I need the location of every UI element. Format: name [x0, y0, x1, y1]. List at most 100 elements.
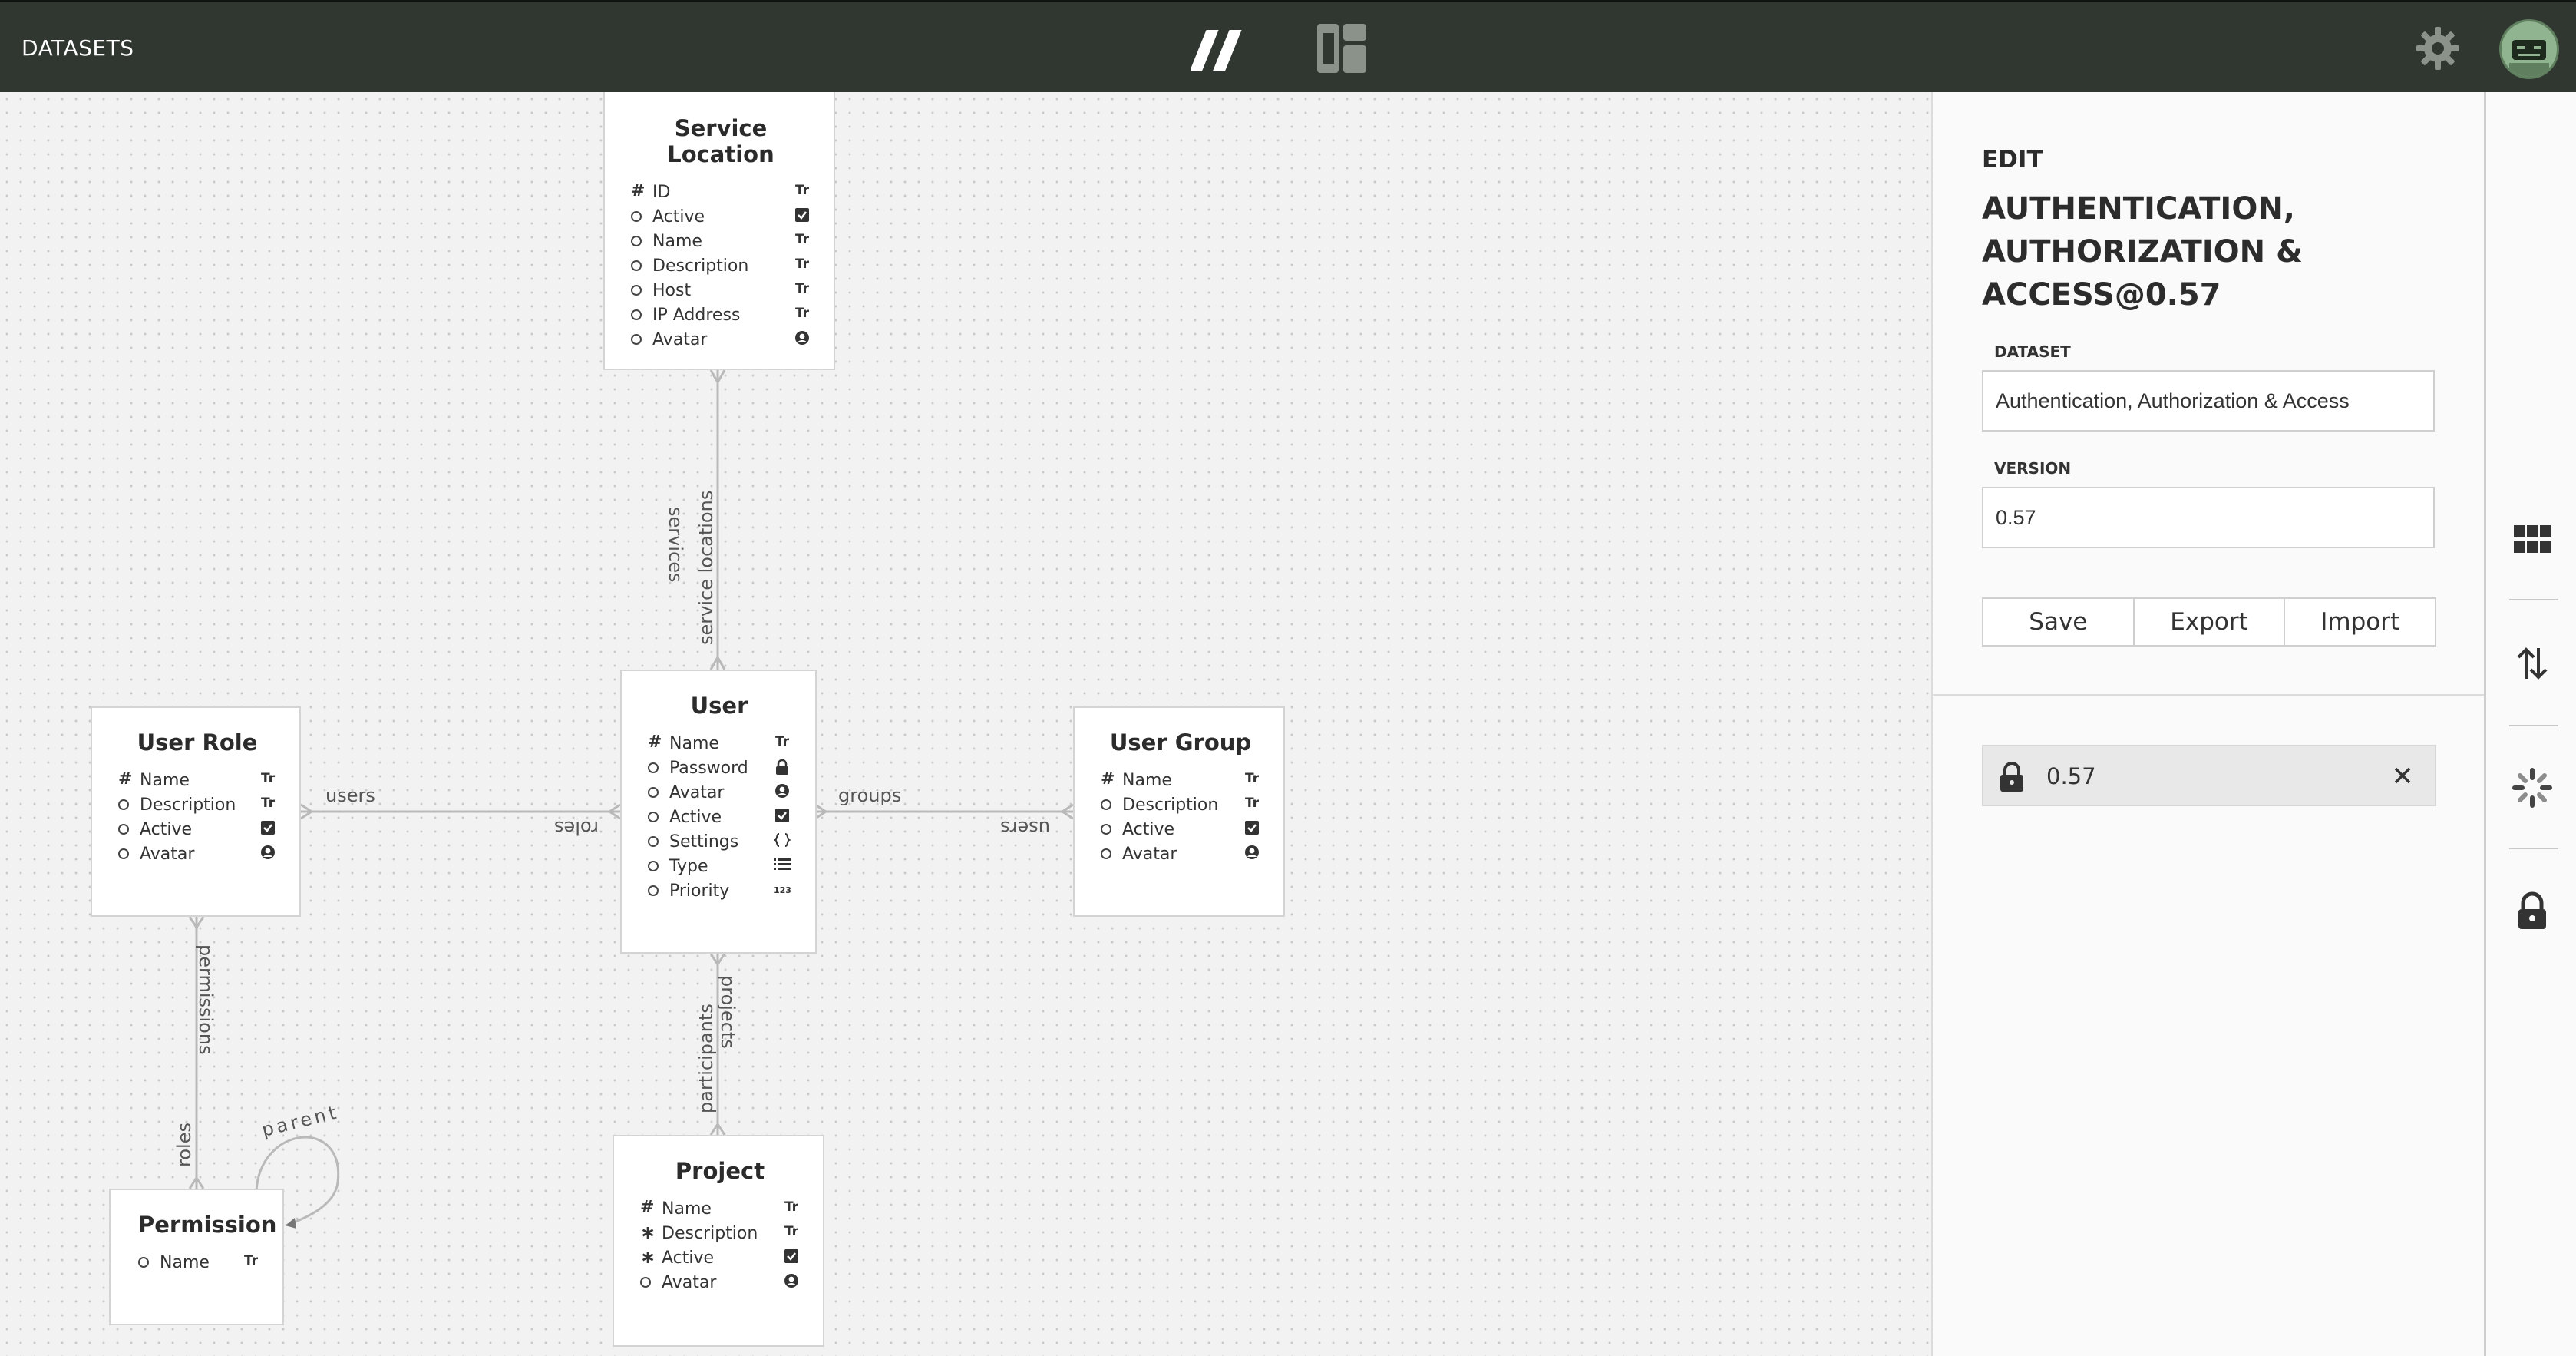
entity-user-group[interactable]: User Group # Name Tr Description Tr Active Ava… — [1073, 706, 1285, 917]
relation-label-permissions: permissions — [195, 944, 216, 1055]
entity-field-row[interactable]: # Name Tr — [118, 769, 276, 795]
entity-field-row[interactable]: Description Tr — [631, 256, 811, 281]
entity-field-row[interactable]: ∗ Description Tr — [640, 1222, 800, 1249]
text-type-icon: Tr — [1244, 771, 1260, 786]
entity-fields: # Name Tr Description Tr Active Avatar — [118, 769, 276, 869]
version-input[interactable]: 0.57 — [1982, 487, 2435, 548]
entity-field-row[interactable]: Description Tr — [118, 795, 276, 820]
entity-field-row[interactable]: Host Tr — [631, 281, 811, 306]
text-type-icon: Tr — [794, 306, 810, 321]
entity-field-row[interactable]: # Name Tr — [648, 733, 791, 759]
entity-field-row[interactable]: Active — [631, 207, 811, 232]
text-type-icon: Tr — [784, 1199, 799, 1215]
app-title[interactable]: DATASETS — [21, 35, 134, 61]
gear-icon[interactable] — [2415, 25, 2461, 71]
import-button[interactable]: Import — [2285, 599, 2435, 645]
entity-field-row[interactable]: Description Tr — [1101, 795, 1260, 820]
optional-marker — [1101, 848, 1111, 859]
field-name: Active — [140, 820, 193, 839]
braces-type-icon — [772, 832, 792, 849]
entity-user[interactable]: User # Name Tr Password Avatar Active Settings… — [620, 670, 817, 954]
key-marker: # — [631, 181, 646, 200]
entity-field-row[interactable]: Password — [648, 759, 791, 783]
entity-title: Permission — [138, 1212, 277, 1238]
panel-eyebrow: EDIT — [1982, 146, 2043, 174]
entity-title: User Group — [1109, 729, 1252, 756]
field-name: Name — [662, 1199, 712, 1219]
entity-field-row[interactable]: Settings — [648, 832, 792, 857]
entity-field-row[interactable]: Type — [648, 857, 791, 881]
key-marker: # — [1101, 769, 1115, 789]
key-marker: # — [640, 1198, 655, 1217]
lock-icon[interactable] — [2512, 891, 2552, 931]
logo-icon[interactable] — [1191, 25, 1247, 76]
close-icon[interactable] — [2390, 763, 2415, 788]
required-marker: ∗ — [640, 1222, 656, 1243]
relation-label-users-role: users — [325, 785, 375, 806]
grid-icon[interactable] — [2512, 519, 2552, 559]
entity-field-row[interactable]: Avatar — [631, 330, 811, 355]
optional-marker — [1101, 799, 1111, 810]
field-name: Active — [669, 808, 722, 827]
lock-type-icon — [774, 759, 791, 776]
optional-marker — [118, 824, 129, 835]
avatar-type-icon — [783, 1273, 800, 1290]
optional-marker — [118, 799, 129, 810]
entity-field-row[interactable]: Avatar — [118, 845, 276, 869]
entity-field-row[interactable]: # Name Tr — [1101, 769, 1260, 795]
diagram-canvas[interactable]: services service locations users roles g… — [0, 92, 1931, 1356]
key-marker: # — [118, 769, 133, 789]
optional-marker — [138, 1257, 149, 1268]
loading-spinner-icon[interactable] — [2512, 768, 2552, 808]
version-label: VERSION — [1994, 459, 2072, 478]
avatar-type-icon — [774, 783, 791, 800]
text-type-icon: Tr — [784, 1224, 799, 1239]
lock-icon — [2000, 762, 2023, 792]
entity-field-row[interactable]: Priority 123 — [648, 881, 791, 906]
field-name: Active — [1122, 820, 1175, 839]
optional-marker — [648, 812, 659, 822]
entity-field-row[interactable]: Avatar — [1101, 845, 1260, 869]
entity-project[interactable]: Project # Name Tr ∗ Description Tr ∗ Active Avat… — [613, 1135, 824, 1347]
avatar-type-icon — [794, 330, 811, 347]
entity-permission[interactable]: Permission Name Tr — [109, 1189, 284, 1325]
dataset-input[interactable]: Authentication, Authorization & Access — [1982, 370, 2435, 432]
entity-service-location[interactable]: Service Location # ID Tr Active Name Tr Descri… — [603, 92, 835, 370]
entity-field-row[interactable]: # ID Tr — [631, 181, 811, 207]
optional-marker — [631, 236, 642, 246]
entity-user-role[interactable]: User Role # Name Tr Description Tr Active Avat… — [91, 706, 301, 917]
avatar[interactable] — [2499, 19, 2559, 79]
entity-title: User — [690, 693, 748, 719]
field-name: Description — [662, 1224, 758, 1243]
entity-field-row[interactable]: # Name Tr — [640, 1198, 800, 1224]
save-button[interactable]: Save — [1983, 599, 2135, 645]
field-name: Avatar — [669, 783, 725, 802]
entity-field-row[interactable]: Avatar — [648, 783, 791, 808]
entity-field-row[interactable]: ∗ Active — [640, 1246, 800, 1273]
avatar-type-icon — [1243, 845, 1260, 862]
version-chip[interactable]: 0.57 — [1982, 745, 2436, 806]
field-name: ID — [652, 183, 671, 202]
field-name: Avatar — [652, 330, 708, 349]
export-button[interactable]: Export — [2135, 599, 2286, 645]
field-name: Avatar — [1122, 845, 1177, 864]
text-type-icon: Tr — [774, 734, 790, 749]
field-name: Active — [662, 1249, 715, 1268]
relation-label-groups: groups — [838, 785, 902, 806]
entity-fields: # Name Tr ∗ Description Tr ∗ Active Avatar — [640, 1198, 800, 1298]
layout-icon[interactable] — [1316, 22, 1368, 74]
entity-field-row[interactable]: Active — [1101, 820, 1260, 845]
entity-title: Project — [675, 1158, 765, 1184]
entity-field-row[interactable]: IP Address Tr — [631, 306, 811, 330]
checkbox-type-icon — [794, 207, 811, 224]
relation-label-roles-permission: roles — [173, 1123, 195, 1167]
entity-title: User Role — [137, 729, 258, 756]
entity-field-row[interactable]: Active — [118, 820, 276, 845]
optional-marker — [118, 848, 129, 859]
entity-field-row[interactable]: Avatar — [640, 1273, 800, 1298]
entity-field-row[interactable]: Name Tr — [631, 232, 811, 256]
panel-divider — [1933, 694, 2485, 696]
sort-arrows-icon[interactable] — [2512, 643, 2552, 683]
entity-field-row[interactable]: Active — [648, 808, 791, 832]
entity-field-row[interactable]: Name Tr — [138, 1253, 259, 1278]
